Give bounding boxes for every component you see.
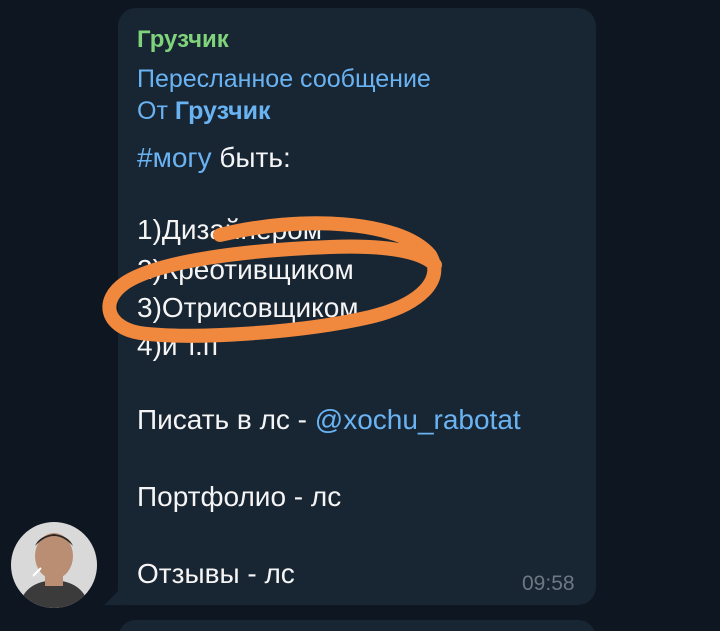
contact-line: Писать в лс - @xochu_rabotat [137, 404, 521, 436]
list-item-4: 4)и т.п [137, 330, 218, 361]
message-first-line: #могу быть: [137, 142, 291, 174]
reviews-line: Отзывы - лс [137, 558, 295, 589]
mention-link[interactable]: @xochu_rabotat [315, 404, 521, 435]
forwarded-from-prefix: От [137, 97, 168, 125]
sender-avatar[interactable] [11, 522, 97, 608]
forwarded-header[interactable]: Пересланное сообщение От Грузчик [137, 63, 431, 127]
hashtag-link[interactable]: #могу [137, 142, 212, 173]
forwarded-from: От Грузчик [137, 95, 431, 127]
message-time: 09:58 [522, 572, 575, 595]
forwarded-from-name[interactable]: Грузчик [175, 97, 271, 125]
first-line-text: быть: [211, 142, 291, 173]
avatar-photo-icon [11, 522, 97, 608]
next-message-bubble[interactable] [118, 620, 596, 631]
portfolio-line: Портфолио - лс [137, 481, 342, 512]
chat-view: Грузчик Пересланное сообщение От Грузчик… [0, 0, 720, 631]
list-item-3: 3)Отрисовщиком [137, 292, 359, 323]
contact-prefix: Писать в лс - [137, 404, 315, 435]
list-item-1: 1)Дизайнером [137, 214, 322, 245]
message-sender-name[interactable]: Грузчик [137, 26, 229, 54]
forwarded-label: Пересланное сообщение [137, 65, 431, 93]
list-item-2: 2)Креотивщиком [137, 254, 354, 285]
